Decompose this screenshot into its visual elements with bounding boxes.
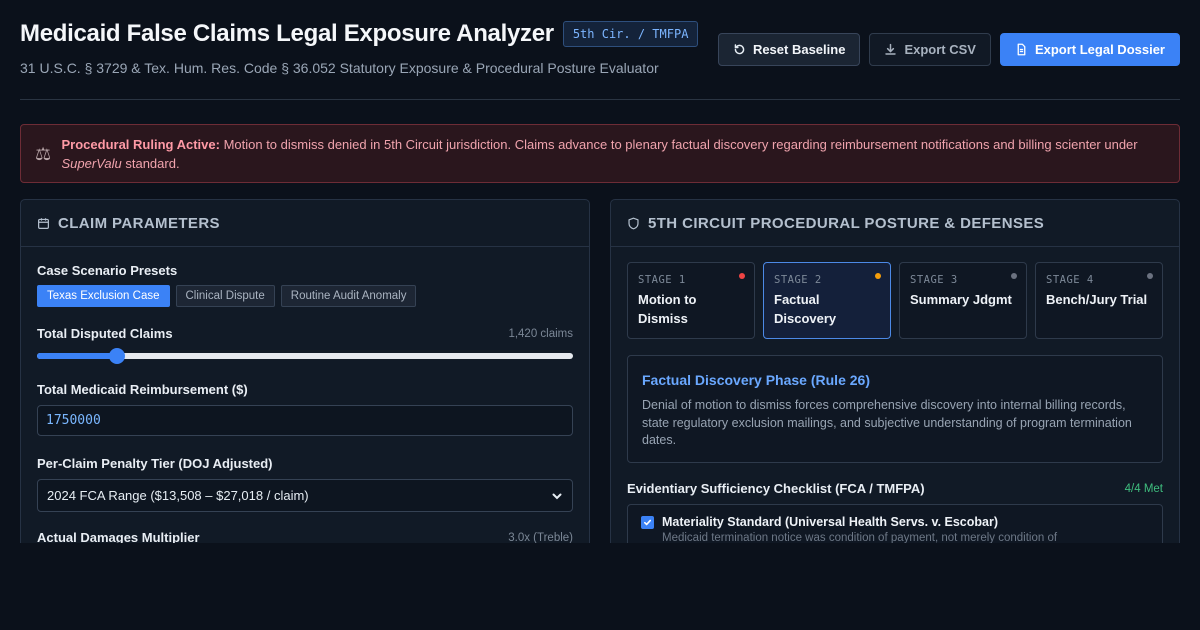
- procedural-posture-title: 5th Circuit Procedural Posture & Defense…: [648, 214, 1045, 232]
- page-title: Medicaid False Claims Legal Exposure Ana…: [20, 20, 554, 47]
- reimbursement-label: Total Medicaid Reimbursement ($): [37, 382, 248, 397]
- export-csv-button[interactable]: Export CSV: [869, 33, 991, 66]
- presets-label: Case Scenario Presets: [37, 263, 178, 278]
- page-header: Medicaid False Claims Legal Exposure Ana…: [20, 20, 1180, 80]
- penalty-tier-select[interactable]: 2024 FCA Range ($13,508 – $27,018 / clai…: [37, 479, 573, 512]
- stage-card-4[interactable]: STAGE 4 Bench/Jury Trial: [1035, 262, 1163, 339]
- header-divider: [20, 99, 1180, 100]
- stage-status-dot: [1011, 273, 1017, 279]
- stage-name: Factual Discovery: [774, 292, 837, 326]
- procedural-posture-header: 5th Circuit Procedural Posture & Defense…: [611, 200, 1179, 247]
- export-csv-label: Export CSV: [904, 42, 976, 57]
- checklist-item-row: Materiality Standard (Universal Health S…: [641, 515, 1149, 529]
- stage-number: STAGE 2: [774, 274, 822, 286]
- stage-name: Summary Jdgmt: [910, 292, 1012, 307]
- claim-parameters-header: Claim Parameters: [21, 200, 589, 247]
- shield-icon: [628, 217, 639, 229]
- preset-texas-exclusion-case[interactable]: Texas Exclusion Case: [37, 285, 170, 307]
- alert-message: Procedural Ruling Active: Motion to dism…: [62, 135, 1166, 173]
- claims-slider-thumb[interactable]: [109, 348, 126, 364]
- preset-routine-audit-anomaly[interactable]: Routine Audit Anomaly: [280, 285, 417, 307]
- alert-tail: standard.: [125, 155, 180, 171]
- reset-icon: [734, 44, 745, 55]
- download-icon: [885, 43, 897, 55]
- stage-number: STAGE 1: [638, 274, 686, 286]
- stage-name: Bench/Jury Trial: [1046, 292, 1148, 307]
- checkbox[interactable]: [641, 515, 654, 529]
- reset-baseline-label: Reset Baseline: [752, 42, 846, 57]
- stage-status-dot: [1147, 273, 1153, 279]
- claims-row: Total Disputed Claims 1,420 claims: [37, 326, 573, 341]
- claims-slider[interactable]: [37, 348, 573, 364]
- multiplier-value: 3.0x (Treble): [508, 531, 573, 544]
- export-legal-dossier-button[interactable]: Export Legal Dossier: [999, 33, 1180, 66]
- app-root: Medicaid False Claims Legal Exposure Ana…: [0, 0, 1200, 630]
- penalty-tier-label: Per-Claim Penalty Tier (DOJ Adjusted): [37, 456, 273, 471]
- checklist-header: Evidentiary Sufficiency Checklist (FCA /…: [627, 481, 1163, 496]
- penalty-tier-value: 2024 FCA Range ($13,508 – $27,018 / clai…: [47, 488, 309, 503]
- stage-number: STAGE 3: [910, 274, 958, 286]
- phase-description-card: Factual Discovery Phase (Rule 26) Denial…: [627, 355, 1163, 463]
- claims-slider-fill: [37, 353, 118, 359]
- stage-number: STAGE 4: [1046, 274, 1094, 286]
- calendar-icon: [38, 217, 49, 229]
- checklist-title: Evidentiary Sufficiency Checklist (FCA /…: [627, 481, 925, 496]
- scales-icon: ⚖: [35, 143, 52, 164]
- stage-card-2[interactable]: STAGE 2 Factual Discovery: [763, 262, 891, 339]
- stage-card-3[interactable]: STAGE 3 Summary Jdgmt: [899, 262, 1027, 339]
- claim-parameters-title: Claim Parameters: [58, 214, 220, 232]
- stage-status-dot: [875, 273, 881, 279]
- claim-parameters-body: Case Scenario Presets Texas Exclusion Ca…: [21, 247, 589, 561]
- export-legal-dossier-label: Export Legal Dossier: [1034, 42, 1165, 57]
- reimbursement-input[interactable]: 1750000: [37, 405, 573, 436]
- procedural-posture-body: STAGE 1 Motion to Dismiss STAGE 2 Factua…: [611, 247, 1179, 589]
- claims-label: Total Disputed Claims: [37, 326, 173, 341]
- procedural-ruling-alert: ⚖ Procedural Ruling Active: Motion to di…: [20, 124, 1180, 183]
- phase-title: Factual Discovery Phase (Rule 26): [642, 372, 870, 388]
- preset-group: Texas Exclusion Case Clinical Dispute Ro…: [37, 285, 573, 307]
- viewport-bottom-mask: [0, 543, 1200, 630]
- jurisdiction-badge: 5th Cir. / TMFPA: [562, 21, 699, 47]
- checklist-count: 4/4 Met: [1124, 482, 1163, 495]
- chevron-down-icon: [552, 493, 562, 499]
- alert-emphasis: SuperValu: [61, 155, 122, 171]
- stage-status-dot: [739, 273, 745, 279]
- alert-lead: Procedural Ruling Active:: [61, 136, 220, 152]
- stage-card-1[interactable]: STAGE 1 Motion to Dismiss: [627, 262, 755, 339]
- document-icon: [1017, 43, 1026, 56]
- reset-baseline-button[interactable]: Reset Baseline: [717, 33, 861, 66]
- check-icon: [643, 519, 652, 525]
- checklist-item-name: Materiality Standard (Universal Health S…: [662, 515, 999, 529]
- alert-text: Motion to dismiss denied in 5th Circuit …: [223, 136, 1138, 152]
- claims-count: 1,420 claims: [508, 327, 573, 340]
- stage-name: Motion to Dismiss: [638, 292, 697, 326]
- stage-tracker: STAGE 1 Motion to Dismiss STAGE 2 Factua…: [627, 262, 1163, 339]
- header-actions: Reset Baseline Export CSV Export Legal D…: [717, 33, 1180, 66]
- phase-description: Denial of motion to dismiss forces compr…: [642, 398, 1132, 447]
- preset-clinical-dispute[interactable]: Clinical Dispute: [175, 285, 275, 307]
